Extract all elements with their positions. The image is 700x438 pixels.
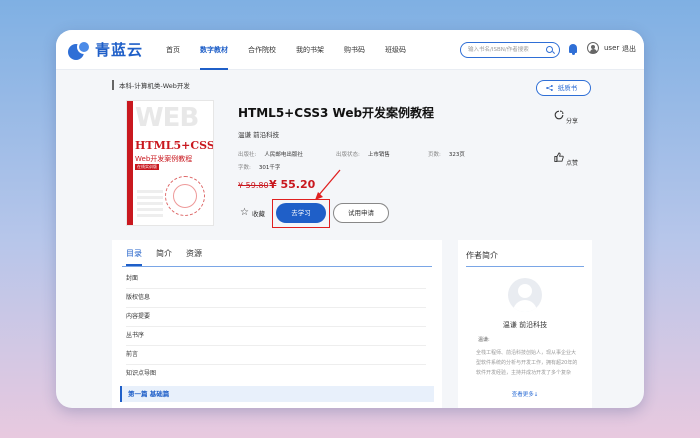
avatar (508, 278, 542, 312)
tab-catalog[interactable]: 目录 (126, 248, 142, 266)
main-menu: 首页 数字教材 合作院校 我的书架 购书码 班级码 (156, 30, 416, 70)
cover-title-line1: HTML5+CSS3 (135, 139, 214, 152)
share-nodes-icon (546, 85, 553, 91)
toc-item[interactable]: 内容提要 (126, 311, 426, 327)
logo[interactable]: 青蓝云 (68, 39, 143, 60)
logo-text: 青蓝云 (95, 41, 144, 59)
toc-item[interactable]: 版权信息 (126, 292, 426, 308)
original-price: ¥ 59.80 (238, 181, 269, 190)
tab-intro[interactable]: 简介 (156, 248, 172, 266)
search-icon[interactable] (546, 46, 553, 53)
pages-label: 页数: (428, 152, 441, 158)
see-more-link[interactable]: 查看更多↓ (458, 390, 592, 398)
breadcrumb[interactable]: 本科-计算机类-Web开发 (112, 80, 190, 90)
cover-badge: 在线实训版 (135, 164, 159, 170)
user-icon[interactable] (587, 42, 599, 54)
search-input[interactable]: 输入书名/ISBN/作者搜索 (460, 42, 560, 58)
trial-apply-button[interactable]: 试用申请 (333, 203, 389, 223)
logout-link[interactable]: 退出 (622, 44, 636, 54)
like-action[interactable]: 点赞 (554, 152, 578, 167)
words-label: 字数: (238, 165, 251, 171)
star-icon: ☆ (240, 207, 249, 218)
pages-value: 323页 (448, 152, 465, 158)
book-cover: WEB HTML5+CSS3 Web开发案例教程 在线实训版 (126, 100, 214, 226)
menu-digital-textbook[interactable]: 数字教材 (190, 30, 238, 70)
cloud-logo-icon (68, 39, 92, 60)
book-author: 温谦 前沿科技 (238, 131, 280, 139)
author-panel: 作者简介 温谦 前沿科技 温谦: 全栈工程师、前沿科技创始人，现从事企业大型软件… (458, 240, 592, 408)
words-value: 301千字 (258, 165, 281, 171)
share-label: 分享 (565, 118, 578, 125)
share-icon (554, 110, 564, 120)
paper-book-button[interactable]: 纸质书 (536, 80, 591, 96)
pages-meta: 页数: 323页 (428, 150, 465, 158)
author-label: 温谦: (478, 337, 490, 343)
publisher-value: 人民邮电出版社 (264, 152, 303, 158)
search-placeholder: 输入书名/ISBN/作者搜索 (468, 47, 529, 53)
toc-item[interactable]: 封面 (126, 273, 426, 289)
like-label: 点赞 (565, 160, 578, 167)
publisher-meta: 出版社: 人民邮电出版社 (238, 150, 303, 158)
status-meta: 出版状态: 上市销售 (336, 150, 390, 158)
author-panel-divider (466, 266, 584, 267)
author-name: 温谦 前沿科技 (502, 321, 548, 329)
highlight-box (272, 199, 330, 228)
cover-inner-circle-graphic (173, 184, 197, 208)
status-value: 上市销售 (367, 152, 390, 158)
toc-part-heading[interactable]: 第一篇 基础篇 (120, 386, 434, 402)
menu-my-bookshelf[interactable]: 我的书架 (286, 30, 334, 70)
tab-resources[interactable]: 资源 (186, 248, 202, 266)
favorite-button[interactable]: ☆ 收藏 (240, 207, 265, 219)
thumbs-up-icon (554, 152, 564, 162)
toc-item[interactable]: 前言 (126, 349, 426, 365)
status-label: 出版状态: (336, 152, 360, 158)
paper-book-label: 纸质书 (557, 84, 578, 92)
sale-price: ¥ 55.20 (269, 178, 316, 191)
cover-title-line2: Web开发案例教程 (135, 155, 193, 163)
share-action[interactable]: 分享 (554, 110, 578, 125)
top-nav: 青蓝云 首页 数字教材 合作院校 我的书架 购书码 班级码 输入书名/ISBN/… (56, 30, 644, 70)
user-name[interactable]: user (604, 44, 619, 52)
menu-purchase-code[interactable]: 购书码 (334, 30, 375, 70)
author-description: 全栈工程师、前沿科技创始人，现从事企业大型软件系统的分析与开发工作，拥有超20年… (476, 350, 578, 376)
cover-spine (127, 101, 133, 225)
toc-item[interactable]: 知识点导图 (126, 368, 426, 383)
menu-home[interactable]: 首页 (156, 30, 190, 70)
words-meta: 字数: 301千字 (238, 163, 280, 171)
menu-partner-schools[interactable]: 合作院校 (238, 30, 286, 70)
tab-divider (122, 266, 432, 267)
toc-item[interactable]: 丛书序 (126, 330, 426, 346)
cover-graphic (137, 189, 163, 217)
browser-frame: 青蓝云 首页 数字教材 合作院校 我的书架 购书码 班级码 输入书名/ISBN/… (56, 30, 644, 408)
book-title: HTML5+CSS3 Web开发案例教程 (238, 106, 435, 120)
menu-class-code[interactable]: 班级码 (375, 30, 416, 70)
annotation-arrow-icon (315, 169, 341, 200)
bell-icon[interactable] (569, 44, 577, 55)
catalog-panel: 目录 简介 资源 封面 版权信息 内容提要 丛书序 前言 知识点导图 第一篇 基… (112, 240, 442, 408)
favorite-label: 收藏 (251, 210, 265, 218)
author-panel-title: 作者简介 (466, 251, 498, 260)
detail-tabs: 目录 简介 资源 (126, 248, 202, 266)
cover-web-text: WEB (135, 103, 199, 133)
publisher-label: 出版社: (238, 152, 257, 158)
